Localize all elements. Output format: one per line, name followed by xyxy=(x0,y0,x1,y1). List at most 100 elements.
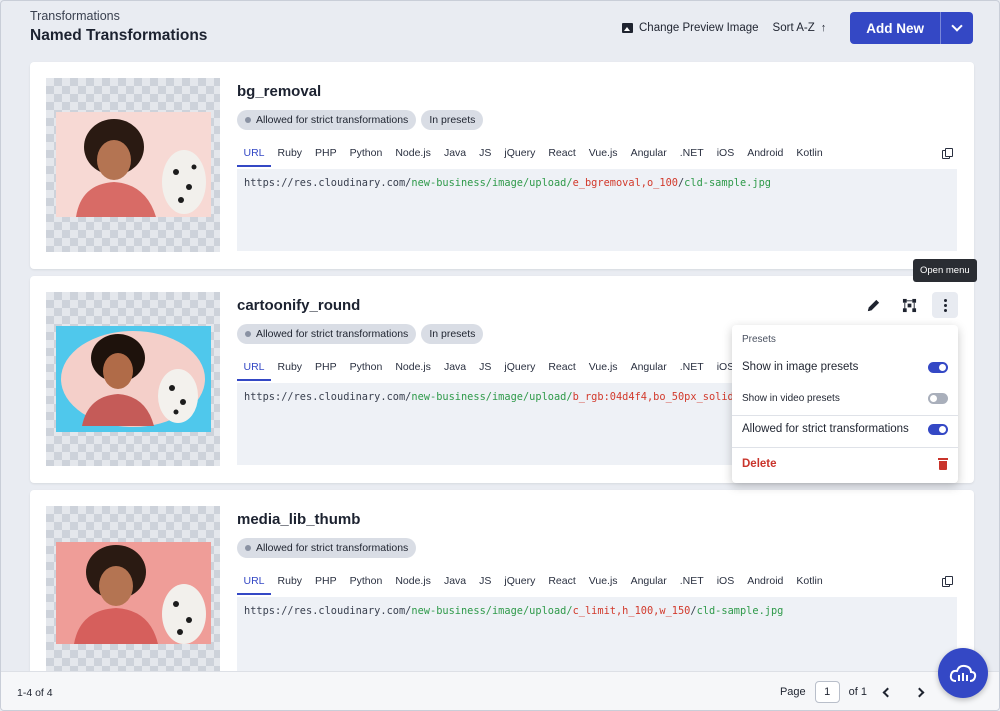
tab-dotnet[interactable]: .NET xyxy=(673,359,710,381)
menu-item-label: Show in image presets xyxy=(742,361,859,373)
tab-php[interactable]: PHP xyxy=(309,359,344,381)
status-dot-icon xyxy=(245,117,251,123)
language-tabs: URL Ruby PHP Python Node.js Java JS jQue… xyxy=(237,359,790,381)
tab-ruby[interactable]: Ruby xyxy=(271,359,309,381)
tab-ios[interactable]: iOS xyxy=(710,145,741,167)
pagination-footer: 1-4 of 4 Page 1 of 1 xyxy=(1,671,999,710)
url-path: new-business/image/upload/ xyxy=(411,605,573,617)
sort-label: Sort A-Z xyxy=(772,22,815,34)
page-input[interactable]: 1 xyxy=(814,681,840,703)
transformation-name[interactable]: cartoonify_round xyxy=(237,297,360,314)
tab-react[interactable]: React xyxy=(542,145,582,167)
strict-badge: Allowed for strict transformations xyxy=(237,110,417,130)
tab-python[interactable]: Python xyxy=(343,145,389,167)
preview-image xyxy=(56,326,211,432)
tab-js[interactable]: JS xyxy=(473,359,498,381)
tab-url[interactable]: URL xyxy=(237,145,272,167)
tab-jquery[interactable]: jQuery xyxy=(498,573,542,595)
tab-jquery[interactable]: jQuery xyxy=(498,145,542,167)
sort-button[interactable]: Sort A-Z ↑ xyxy=(773,22,827,34)
tab-vuejs[interactable]: Vue.js xyxy=(582,573,624,595)
tab-nodejs[interactable]: Node.js xyxy=(389,145,438,167)
page-label: Page xyxy=(779,686,806,698)
tab-angular[interactable]: Angular xyxy=(624,359,673,381)
tab-ruby[interactable]: Ruby xyxy=(271,145,309,167)
cartoon-photo-graphic xyxy=(56,326,211,432)
copy-icon[interactable] xyxy=(942,148,953,159)
edit-button[interactable] xyxy=(860,292,886,318)
menu-item-strict[interactable]: Allowed for strict transformations xyxy=(742,423,948,435)
tab-java[interactable]: Java xyxy=(437,359,472,381)
tab-angular[interactable]: Angular xyxy=(624,573,673,595)
add-new-button[interactable]: Add New xyxy=(850,12,940,44)
menu-divider xyxy=(732,447,958,448)
cloud-help-button[interactable] xyxy=(938,648,988,698)
tab-dotnet[interactable]: .NET xyxy=(673,573,710,595)
change-preview-image-label: Change Preview Image xyxy=(639,22,759,34)
chevron-down-icon xyxy=(951,20,963,32)
preview-image xyxy=(56,112,211,217)
strict-badge: Allowed for strict transformations xyxy=(237,324,417,344)
transformation-card: media_lib_thumb Allowed for strict trans… xyxy=(30,490,974,680)
strict-badge-label: Allowed for strict transformations xyxy=(256,328,409,340)
tab-android[interactable]: Android xyxy=(741,573,790,595)
preview-thumbnail xyxy=(46,506,220,680)
copy-icon[interactable] xyxy=(942,576,953,587)
tab-js[interactable]: JS xyxy=(473,145,498,167)
strict-toggle[interactable] xyxy=(928,423,948,435)
open-menu-button[interactable] xyxy=(932,292,958,318)
tab-url[interactable]: URL xyxy=(237,573,272,595)
tab-js[interactable]: JS xyxy=(473,573,498,595)
tab-kotlin[interactable]: Kotlin xyxy=(790,573,829,595)
tab-angular[interactable]: Angular xyxy=(624,145,673,167)
add-new-button-group: Add New xyxy=(850,12,973,44)
add-new-dropdown-toggle[interactable] xyxy=(940,12,973,44)
tab-java[interactable]: Java xyxy=(437,573,472,595)
transformation-name[interactable]: bg_removal xyxy=(237,83,321,100)
badge-list: Allowed for strict transformations In pr… xyxy=(237,324,484,344)
tab-react[interactable]: React xyxy=(542,573,582,595)
tab-python[interactable]: Python xyxy=(343,359,389,381)
menu-item-image-presets[interactable]: Show in image presets xyxy=(742,361,948,373)
video-presets-toggle[interactable] xyxy=(928,393,948,404)
menu-divider xyxy=(732,415,958,416)
tab-nodejs[interactable]: Node.js xyxy=(389,359,438,381)
page-total: of 1 xyxy=(848,686,867,698)
card-actions xyxy=(860,292,958,318)
tab-nodejs[interactable]: Node.js xyxy=(389,573,438,595)
tab-vuejs[interactable]: Vue.js xyxy=(582,145,624,167)
tab-dotnet[interactable]: .NET xyxy=(673,145,710,167)
change-preview-image-button[interactable]: Change Preview Image xyxy=(622,22,759,34)
image-presets-toggle[interactable] xyxy=(928,361,948,373)
code-block[interactable]: https://res.cloudinary.com/new-business/… xyxy=(237,169,957,251)
chevron-left-icon[interactable] xyxy=(882,687,893,697)
tab-vuejs[interactable]: Vue.js xyxy=(582,359,624,381)
transformation-card: bg_removal Allowed for strict transforma… xyxy=(30,62,974,269)
tab-jquery[interactable]: jQuery xyxy=(498,359,542,381)
presets-badge: In presets xyxy=(421,110,484,130)
presets-badge: In presets xyxy=(421,324,484,344)
code-block[interactable]: https://res.cloudinary.com/new-business/… xyxy=(237,597,957,679)
menu-item-delete[interactable]: Delete xyxy=(742,458,948,470)
tab-ruby[interactable]: Ruby xyxy=(271,573,309,595)
tab-python[interactable]: Python xyxy=(343,573,389,595)
url-base: https://res.cloudinary.com/ xyxy=(244,605,412,617)
chevron-right-icon[interactable] xyxy=(914,687,925,697)
tab-ios[interactable]: iOS xyxy=(710,573,741,595)
page-title: Named Transformations xyxy=(30,27,208,44)
tab-url[interactable]: URL xyxy=(237,359,272,381)
transformation-name[interactable]: media_lib_thumb xyxy=(237,511,360,528)
menu-item-video-presets[interactable]: Show in video presets xyxy=(742,393,948,404)
tab-php[interactable]: PHP xyxy=(309,573,344,595)
tab-kotlin[interactable]: Kotlin xyxy=(790,145,829,167)
breadcrumb[interactable]: Transformations xyxy=(30,9,207,23)
badge-list: Allowed for strict transformations In pr… xyxy=(237,110,484,130)
tab-java[interactable]: Java xyxy=(437,145,472,167)
pencil-icon xyxy=(867,299,879,311)
transformation-builder-button[interactable] xyxy=(896,292,922,318)
tab-php[interactable]: PHP xyxy=(309,145,344,167)
tab-android[interactable]: Android xyxy=(741,145,790,167)
image-icon xyxy=(622,23,633,33)
tab-react[interactable]: React xyxy=(542,359,582,381)
strict-badge-label: Allowed for strict transformations xyxy=(256,542,409,554)
